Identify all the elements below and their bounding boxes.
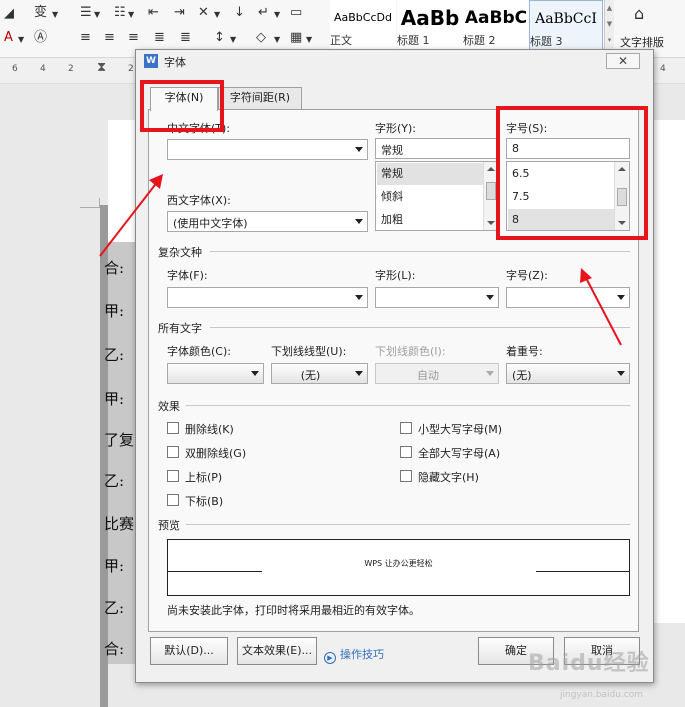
- annotation-arrow: [584, 275, 622, 346]
- annotation-arrowhead: [149, 174, 163, 189]
- annotation-arrowhead: [580, 268, 592, 283]
- tab-font[interactable]: 字体(N): [150, 87, 218, 111]
- baidu-watermark-url: jingyan.baidu.com: [560, 690, 644, 700]
- annotation-arrow: [99, 180, 159, 257]
- baidu-watermark: Baidu经验: [528, 651, 650, 676]
- annotation-arrows: [99, 174, 622, 346]
